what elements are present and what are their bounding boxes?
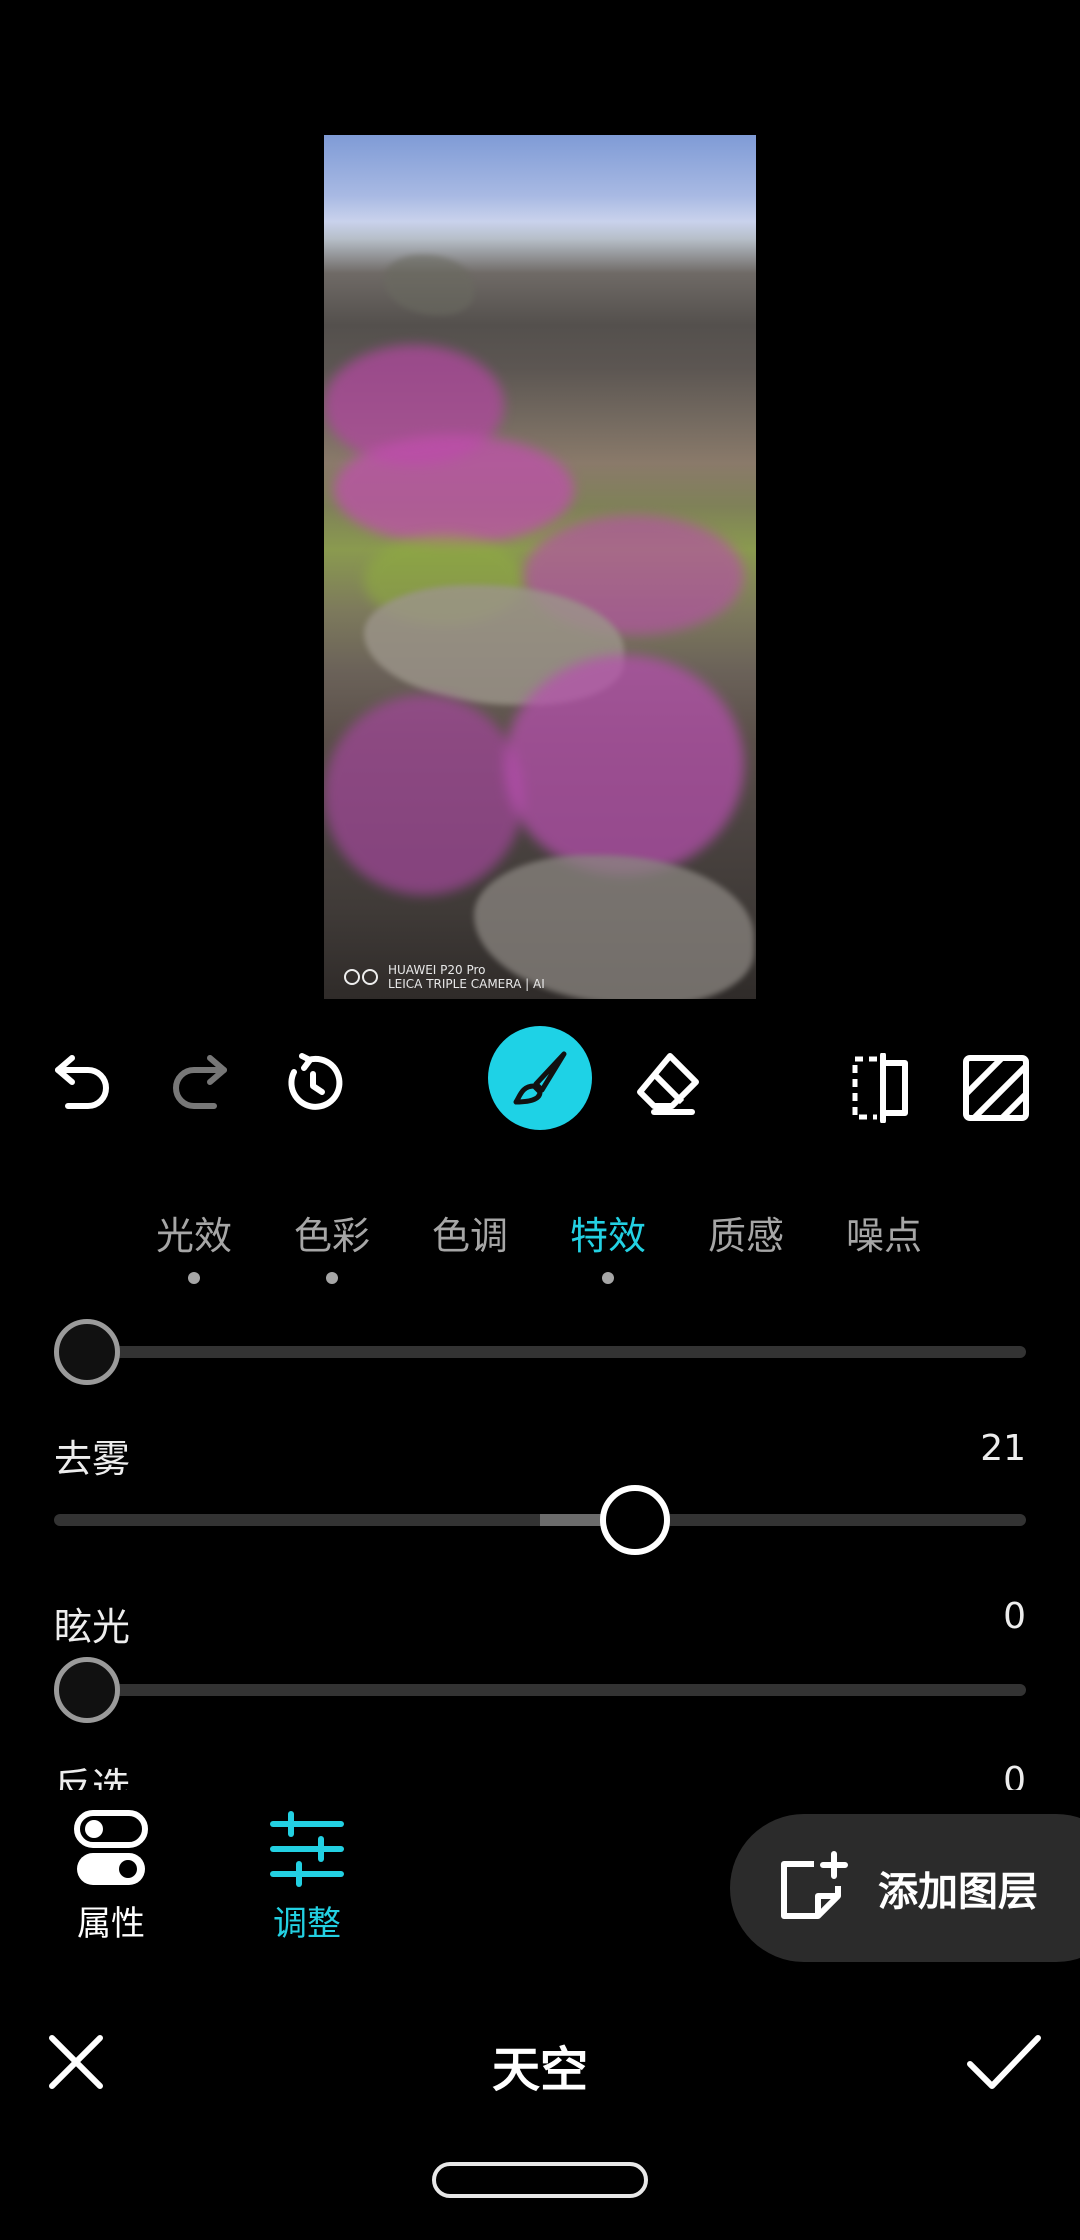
compare-split-icon	[852, 1053, 908, 1123]
photo-preview[interactable]: HUAWEI P20 Pro LEICA TRIPLE CAMERA | AI	[324, 135, 756, 999]
watermark-line-2: LEICA TRIPLE CAMERA | AI	[388, 977, 545, 991]
page-title: 天空	[491, 2042, 588, 2098]
redo-button[interactable]	[164, 1048, 234, 1118]
tab-label: 特效	[569, 1214, 646, 1258]
add-layer-button[interactable]: 添加图层	[730, 1814, 1080, 1962]
tab-label: 光效	[155, 1214, 232, 1258]
tab-dot	[188, 1272, 200, 1284]
camera-logo-icon	[344, 969, 380, 985]
category-tabs: 光效 色彩 色调 特效 质感 噪点	[0, 1205, 1080, 1285]
tab-label: 质感	[707, 1214, 784, 1258]
sliders-icon	[270, 1811, 344, 1887]
compare-split-button[interactable]	[844, 1052, 916, 1124]
reset-history-button[interactable]	[278, 1048, 348, 1118]
home-indicator[interactable]	[432, 2162, 648, 2198]
tab-light-effect[interactable]: 光效	[134, 1205, 254, 1284]
partial-slider-value: 0	[1003, 1760, 1026, 1790]
add-layer-label: 添加图层	[878, 1869, 1038, 1915]
glare-label: 眩光	[54, 1605, 131, 1649]
slider-thumb[interactable]	[54, 1319, 120, 1385]
tab-noise[interactable]: 噪点	[824, 1205, 944, 1260]
eraser-icon	[637, 1053, 699, 1115]
tab-tone[interactable]: 色调	[410, 1205, 530, 1260]
watermark-line-1: HUAWEI P20 Pro	[388, 963, 486, 977]
adjust-mode-button[interactable]: 调整	[232, 1810, 382, 1945]
dehaze-label: 去雾	[54, 1437, 131, 1481]
glare-slider[interactable]	[54, 1657, 1026, 1723]
adjust-mode-label: 调整	[273, 1904, 341, 1944]
undo-icon	[55, 1055, 109, 1109]
tab-dot	[602, 1272, 614, 1284]
redo-icon	[173, 1055, 227, 1109]
tab-label: 色调	[431, 1214, 508, 1258]
slider-track[interactable]	[54, 1319, 1026, 1385]
toggle-switches-icon	[74, 1810, 148, 1885]
confirm-button[interactable]	[964, 2026, 1044, 2098]
tab-color[interactable]: 色彩	[272, 1205, 392, 1284]
eraser-button[interactable]	[630, 1048, 704, 1122]
tab-texture[interactable]: 质感	[686, 1205, 806, 1260]
glare-slider-thumb[interactable]	[54, 1657, 120, 1723]
tab-label: 色彩	[293, 1214, 370, 1258]
tab-label: 噪点	[845, 1214, 922, 1258]
properties-mode-label: 属性	[77, 1904, 145, 1944]
mask-button[interactable]	[960, 1052, 1032, 1124]
mask-icon	[963, 1055, 1029, 1121]
dehaze-value: 21	[980, 1428, 1026, 1469]
check-icon	[967, 2035, 1041, 2089]
reset-history-icon	[288, 1053, 343, 1110]
dehaze-slider[interactable]	[54, 1485, 1026, 1555]
undo-button[interactable]	[48, 1048, 118, 1118]
tab-special-effect[interactable]: 特效	[548, 1205, 668, 1284]
partial-slider-label: 反选	[54, 1765, 131, 1790]
add-layer-icon	[781, 1851, 848, 1919]
brush-button[interactable]	[488, 1026, 592, 1130]
photo-watermark: HUAWEI P20 Pro LEICA TRIPLE CAMERA | AI	[344, 963, 545, 991]
dehaze-slider-thumb[interactable]	[600, 1485, 670, 1555]
tab-dot	[326, 1272, 338, 1284]
properties-mode-button[interactable]: 属性	[36, 1810, 186, 1945]
brush-icon	[513, 1051, 567, 1105]
glare-value: 0	[1003, 1596, 1026, 1637]
